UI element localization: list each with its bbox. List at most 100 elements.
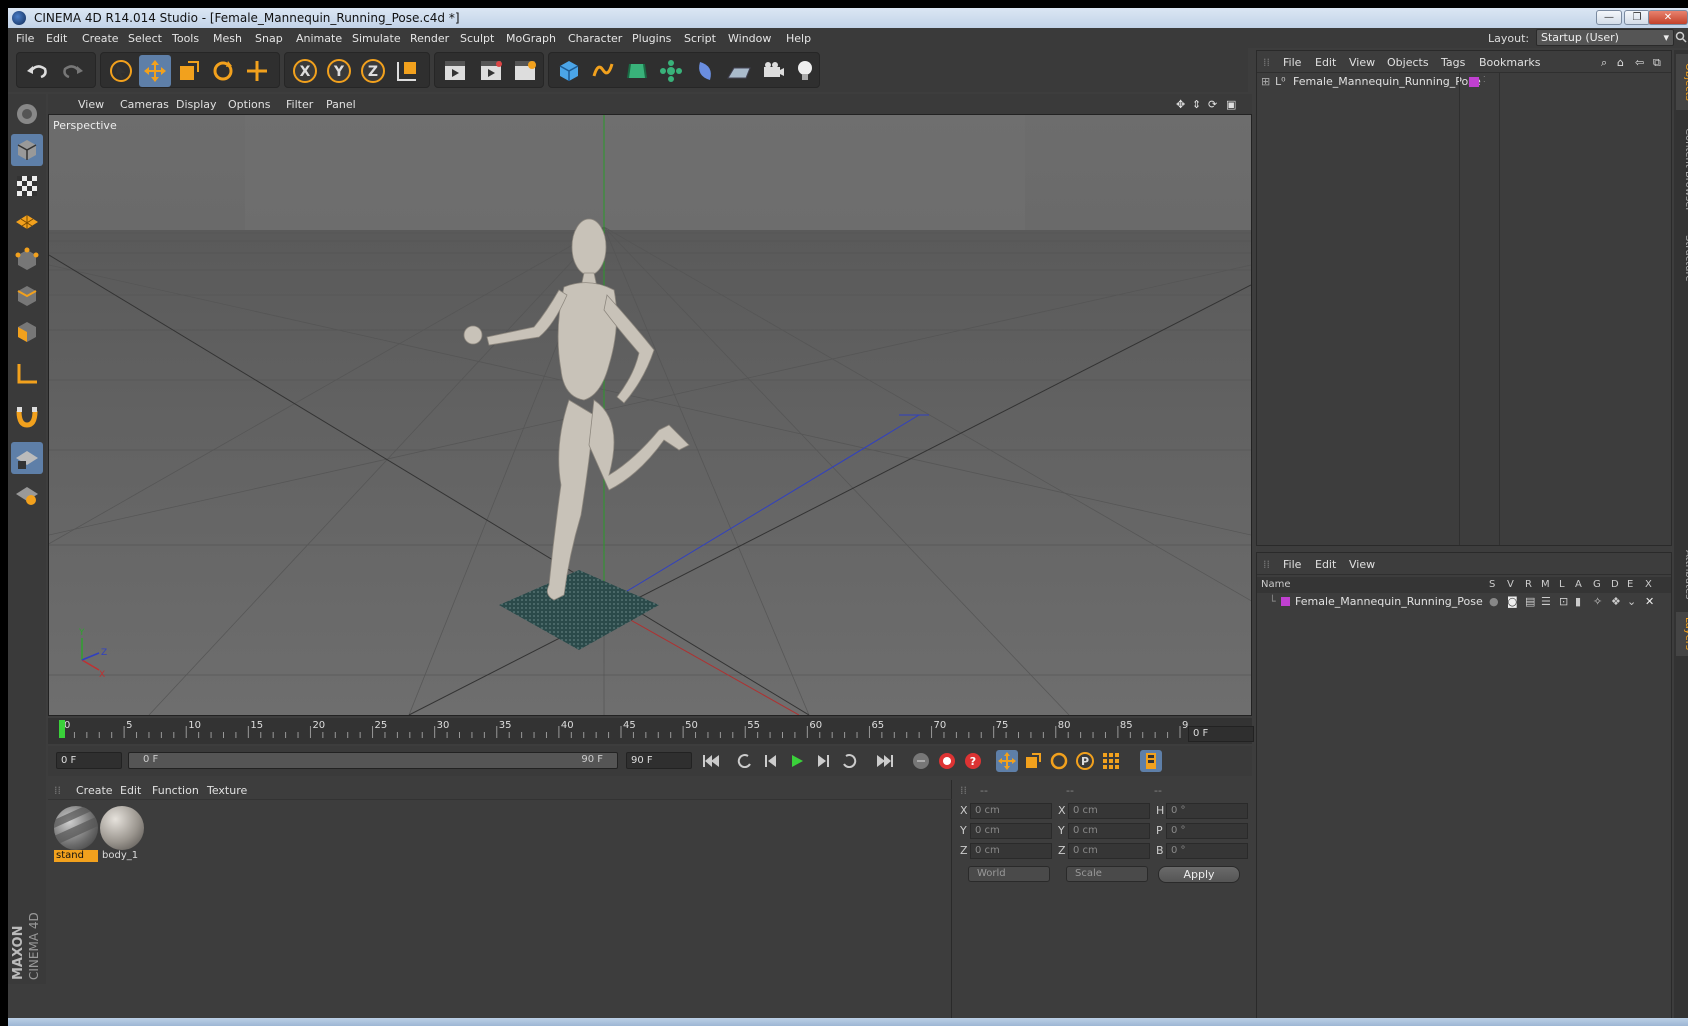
timeline-frame-field[interactable]: 0 F <box>1188 726 1254 742</box>
nurbs-icon[interactable] <box>621 55 653 87</box>
y-axis-icon[interactable]: Y <box>323 55 355 87</box>
edit-render-settings-icon[interactable] <box>509 55 541 87</box>
minimize-button[interactable]: — <box>1596 10 1622 25</box>
layer-color-swatch[interactable] <box>1281 597 1290 606</box>
viewport-move-icon[interactable]: ✥ <box>1176 98 1185 111</box>
workplane-icon[interactable] <box>11 206 43 238</box>
col-deformers[interactable]: D <box>1611 579 1619 590</box>
viewport-menu-options[interactable]: Options <box>228 98 270 111</box>
menu-tools[interactable]: Tools <box>172 32 199 45</box>
tab-content-browser[interactable]: Content Browser <box>1676 122 1688 218</box>
expressions-toggle-icon[interactable]: ⌄ <box>1627 595 1636 608</box>
generators-toggle-icon[interactable]: ✧ <box>1593 595 1602 608</box>
menu-animate[interactable]: Animate <box>296 32 342 45</box>
menu-file[interactable]: File <box>16 32 34 45</box>
spline-icon[interactable] <box>587 55 619 87</box>
material-swatch-stand[interactable]: stand <box>54 806 98 862</box>
record-parameter-icon[interactable]: P <box>1074 750 1096 772</box>
render-view-icon[interactable] <box>439 55 471 87</box>
col-locked[interactable]: L <box>1559 579 1565 590</box>
rot-p-field[interactable]: 0 ° <box>1166 823 1248 839</box>
col-animation[interactable]: A <box>1575 579 1582 590</box>
menu-create[interactable]: Create <box>82 32 119 45</box>
frame-range-slider[interactable]: 0 F 90 F <box>128 752 618 769</box>
move-icon[interactable] <box>139 55 171 87</box>
viewport-rotate-icon[interactable]: ⟳ <box>1208 98 1217 111</box>
tab-layers[interactable]: Layers <box>1676 612 1688 656</box>
size-y-field[interactable]: 0 cm <box>1068 823 1150 839</box>
layer-color-tag[interactable] <box>1469 77 1479 87</box>
material-menu-edit[interactable]: Edit <box>120 784 141 797</box>
new-window-icon[interactable]: ⧉ <box>1653 56 1661 70</box>
viewport-maximize-icon[interactable]: ▣ <box>1226 98 1236 111</box>
panel-grip-icon[interactable]: ⁞⁞ <box>960 784 967 797</box>
manager-toggle-icon[interactable]: ☰ <box>1541 595 1551 608</box>
go-to-end-icon[interactable] <box>874 750 896 772</box>
live-selection-icon[interactable] <box>105 55 137 87</box>
size-x-field[interactable]: 0 cm <box>1068 803 1150 819</box>
make-editable-icon[interactable] <box>11 98 43 130</box>
next-frame-icon[interactable] <box>812 750 834 772</box>
redo-icon[interactable] <box>57 55 89 87</box>
col-solo[interactable]: S <box>1489 579 1495 590</box>
polygons-mode-icon[interactable] <box>11 316 43 348</box>
close-button[interactable]: ✕ <box>1648 10 1688 25</box>
record-scale-icon[interactable] <box>1022 750 1044 772</box>
viewport-zoom-icon[interactable]: ⇕ <box>1192 98 1201 111</box>
material-swatch-body[interactable]: body_1 <box>100 806 144 861</box>
rot-b-field[interactable]: 0 ° <box>1166 843 1248 859</box>
max-frame-field[interactable]: 90 F <box>626 752 692 769</box>
size-z-field[interactable]: 0 cm <box>1068 843 1150 859</box>
visibility-dots-icon[interactable]: ⁚ <box>1483 75 1486 84</box>
points-mode-icon[interactable] <box>11 244 43 276</box>
col-view[interactable]: V <box>1507 579 1514 590</box>
layout-select[interactable]: Startup (User) <box>1536 29 1674 46</box>
rotate-icon[interactable] <box>207 55 239 87</box>
material-menu-texture[interactable]: Texture <box>207 784 247 797</box>
rot-h-field[interactable]: 0 ° <box>1166 803 1248 819</box>
col-name[interactable]: Name <box>1261 579 1291 590</box>
restore-button[interactable]: ❐ <box>1624 10 1650 25</box>
expand-icon[interactable]: ⊞ <box>1261 75 1270 88</box>
locked-workplane-icon[interactable] <box>11 442 43 474</box>
panel-grip-icon[interactable]: ⁞⁞ <box>1263 56 1270 69</box>
floor-icon[interactable] <box>723 55 755 87</box>
coordinate-system-icon[interactable] <box>391 55 423 87</box>
object-menu-tags[interactable]: Tags <box>1441 56 1465 69</box>
pos-y-field[interactable]: 0 cm <box>970 823 1052 839</box>
render-toggle-icon[interactable]: ▤ <box>1525 595 1535 608</box>
size-mode-select[interactable]: Scale <box>1066 866 1148 882</box>
z-axis-icon[interactable]: Z <box>357 55 389 87</box>
magnet-icon[interactable] <box>11 400 43 432</box>
viewport-menu-display[interactable]: Display <box>176 98 217 111</box>
search-icon[interactable] <box>1675 31 1687 43</box>
next-key-icon[interactable] <box>838 750 860 772</box>
lock-toggle-icon[interactable]: ⊡ <box>1559 595 1568 608</box>
menu-help[interactable]: Help <box>786 32 811 45</box>
menu-script[interactable]: Script <box>684 32 716 45</box>
record-point-level-icon[interactable] <box>1100 750 1122 772</box>
object-name[interactable]: Female_Mannequin_Running_Pose <box>1293 75 1481 88</box>
scale-icon[interactable] <box>173 55 205 87</box>
deformer-icon[interactable] <box>689 55 721 87</box>
texture-mode-icon[interactable] <box>11 170 43 202</box>
keyframe-selection-icon[interactable]: ? <box>962 750 984 772</box>
menu-sculpt[interactable]: Sculpt <box>460 32 494 45</box>
menu-plugins[interactable]: Plugins <box>632 32 671 45</box>
menu-select[interactable]: Select <box>128 32 162 45</box>
menu-edit[interactable]: Edit <box>46 32 67 45</box>
col-expressions[interactable]: E <box>1627 579 1633 590</box>
col-generators[interactable]: G <box>1593 579 1601 590</box>
go-to-start-icon[interactable] <box>700 750 722 772</box>
viewport-menu-panel[interactable]: Panel <box>326 98 356 111</box>
material-menu-create[interactable]: Create <box>76 784 113 797</box>
col-render[interactable]: R <box>1525 579 1532 590</box>
object-menu-objects[interactable]: Objects <box>1387 56 1429 69</box>
back-icon[interactable]: ⇦ <box>1635 56 1644 69</box>
coordinate-mode-select[interactable]: World <box>968 866 1050 882</box>
render-picture-viewer-icon[interactable] <box>475 55 507 87</box>
record-position-icon[interactable] <box>996 750 1018 772</box>
pos-z-field[interactable]: 0 cm <box>970 843 1052 859</box>
material-menu-function[interactable]: Function <box>152 784 199 797</box>
edges-mode-icon[interactable] <box>11 280 43 312</box>
